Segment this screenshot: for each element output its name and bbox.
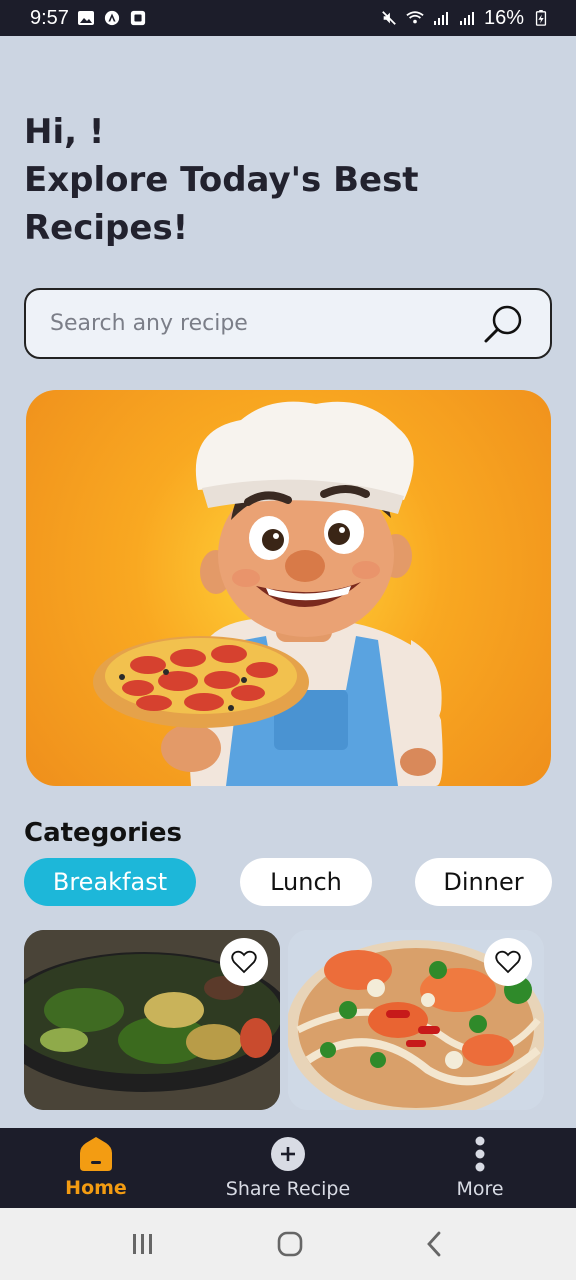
nav-more[interactable]: More xyxy=(384,1128,576,1208)
nav-home-label: Home xyxy=(65,1177,127,1199)
chef-illustration xyxy=(93,401,443,786)
app-notification-icon xyxy=(104,10,120,26)
status-bar: 9:57 16% xyxy=(0,0,576,36)
hero-banner xyxy=(26,390,551,786)
status-time: 9:57 xyxy=(30,6,69,29)
search-button[interactable] xyxy=(482,302,526,346)
mute-icon xyxy=(382,11,396,25)
greeting-heading: Hi, ! Explore Today's Best Recipes! xyxy=(24,108,544,252)
plus-circle-icon xyxy=(271,1137,305,1171)
nav-home[interactable]: Home xyxy=(0,1128,192,1208)
heart-icon xyxy=(495,950,521,974)
more-vertical-icon xyxy=(475,1136,485,1172)
battery-percentage: 16% xyxy=(483,6,524,29)
heart-icon xyxy=(231,950,257,974)
status-right: 16% xyxy=(380,7,550,30)
search-input[interactable]: Search any recipe xyxy=(50,311,482,336)
wifi-icon xyxy=(406,11,424,24)
battery-charging-icon xyxy=(535,10,547,26)
recipe-card[interactable] xyxy=(288,930,544,1110)
status-left: 9:57 xyxy=(30,7,147,30)
recipe-card[interactable] xyxy=(24,930,280,1110)
back-icon[interactable] xyxy=(423,1230,447,1258)
search-icon xyxy=(484,305,522,342)
greeting-line-2: Explore Today's Best Recipes! xyxy=(24,160,419,248)
nav-share-recipe[interactable]: Share Recipe xyxy=(192,1128,384,1208)
gallery-icon xyxy=(77,11,94,25)
signal-icon xyxy=(433,12,448,25)
category-chip-lunch[interactable]: Lunch xyxy=(240,858,372,906)
system-nav-bar xyxy=(0,1208,576,1280)
search-bar[interactable]: Search any recipe xyxy=(24,288,552,359)
favorite-button[interactable] xyxy=(220,938,268,986)
recent-apps-icon[interactable] xyxy=(129,1232,157,1256)
home-button-icon[interactable] xyxy=(276,1230,304,1258)
signal-icon-2 xyxy=(459,12,474,25)
nav-more-label: More xyxy=(456,1178,504,1200)
home-icon xyxy=(80,1137,112,1171)
categories-heading: Categories xyxy=(24,818,183,848)
favorite-button[interactable] xyxy=(484,938,532,986)
category-chip-breakfast[interactable]: Breakfast xyxy=(24,858,196,906)
nav-share-recipe-label: Share Recipe xyxy=(225,1178,351,1200)
square-notification-icon xyxy=(130,10,146,26)
category-chip-dinner[interactable]: Dinner xyxy=(415,858,552,906)
bottom-nav: Home Share Recipe More xyxy=(0,1128,576,1208)
greeting-line-1: Hi, ! xyxy=(24,112,105,152)
